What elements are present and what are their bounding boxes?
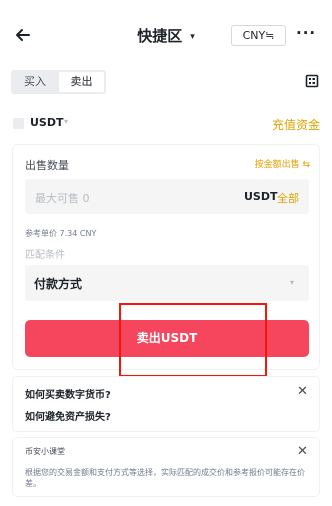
sell-by-amount-toggle[interactable]: 按金额出售 ⇆ [255,157,310,170]
buy-sell-tabs: 买入 卖出 [11,70,106,94]
reference-price: 参考单价 7.34 CNY [25,229,97,238]
tab-buy[interactable]: 买入 [13,72,57,92]
asset-coin-icon [13,118,24,129]
close-icon[interactable]: ✕ [297,384,308,399]
payment-method-label: 付款方式 [34,277,83,291]
more-options-icon[interactable]: ··· [296,24,316,44]
highlight-box [119,303,267,377]
currency-selector-button[interactable]: CNY≒ [231,25,286,46]
tips-title: 币安小课堂 [25,447,65,456]
chevron-down-icon: ▾ [190,32,195,42]
quantity-placeholder: 最大可售 0 [35,192,90,205]
order-list-icon[interactable] [305,73,319,88]
faq-link-avoid-loss[interactable]: 如何避免资产损失? [25,408,111,423]
match-conditions-label: 匹配条件 [25,250,65,261]
faq-link-how-to-trade[interactable]: 如何买卖数字货币? [25,386,111,401]
tab-sell[interactable]: 卖出 [59,72,104,92]
deposit-link[interactable]: 充值资金 [272,116,320,133]
tips-text: 根据您的交易金额和支付方式等选择，实际匹配的成交价和参考报价可能存在价差。 [25,468,305,488]
chevron-down-icon[interactable]: ▾ [64,117,68,126]
close-icon[interactable]: ✕ [297,444,308,459]
quantity-label: 出售数量 [25,159,69,172]
sell-all-button[interactable]: 全部 [277,190,299,206]
asset-symbol[interactable]: USDT [30,116,64,129]
chevron-down-icon: ▾ [290,278,295,287]
faq-card [12,376,320,432]
quantity-unit: USDT [244,190,278,203]
page-title-label: 快捷区 [137,27,183,45]
